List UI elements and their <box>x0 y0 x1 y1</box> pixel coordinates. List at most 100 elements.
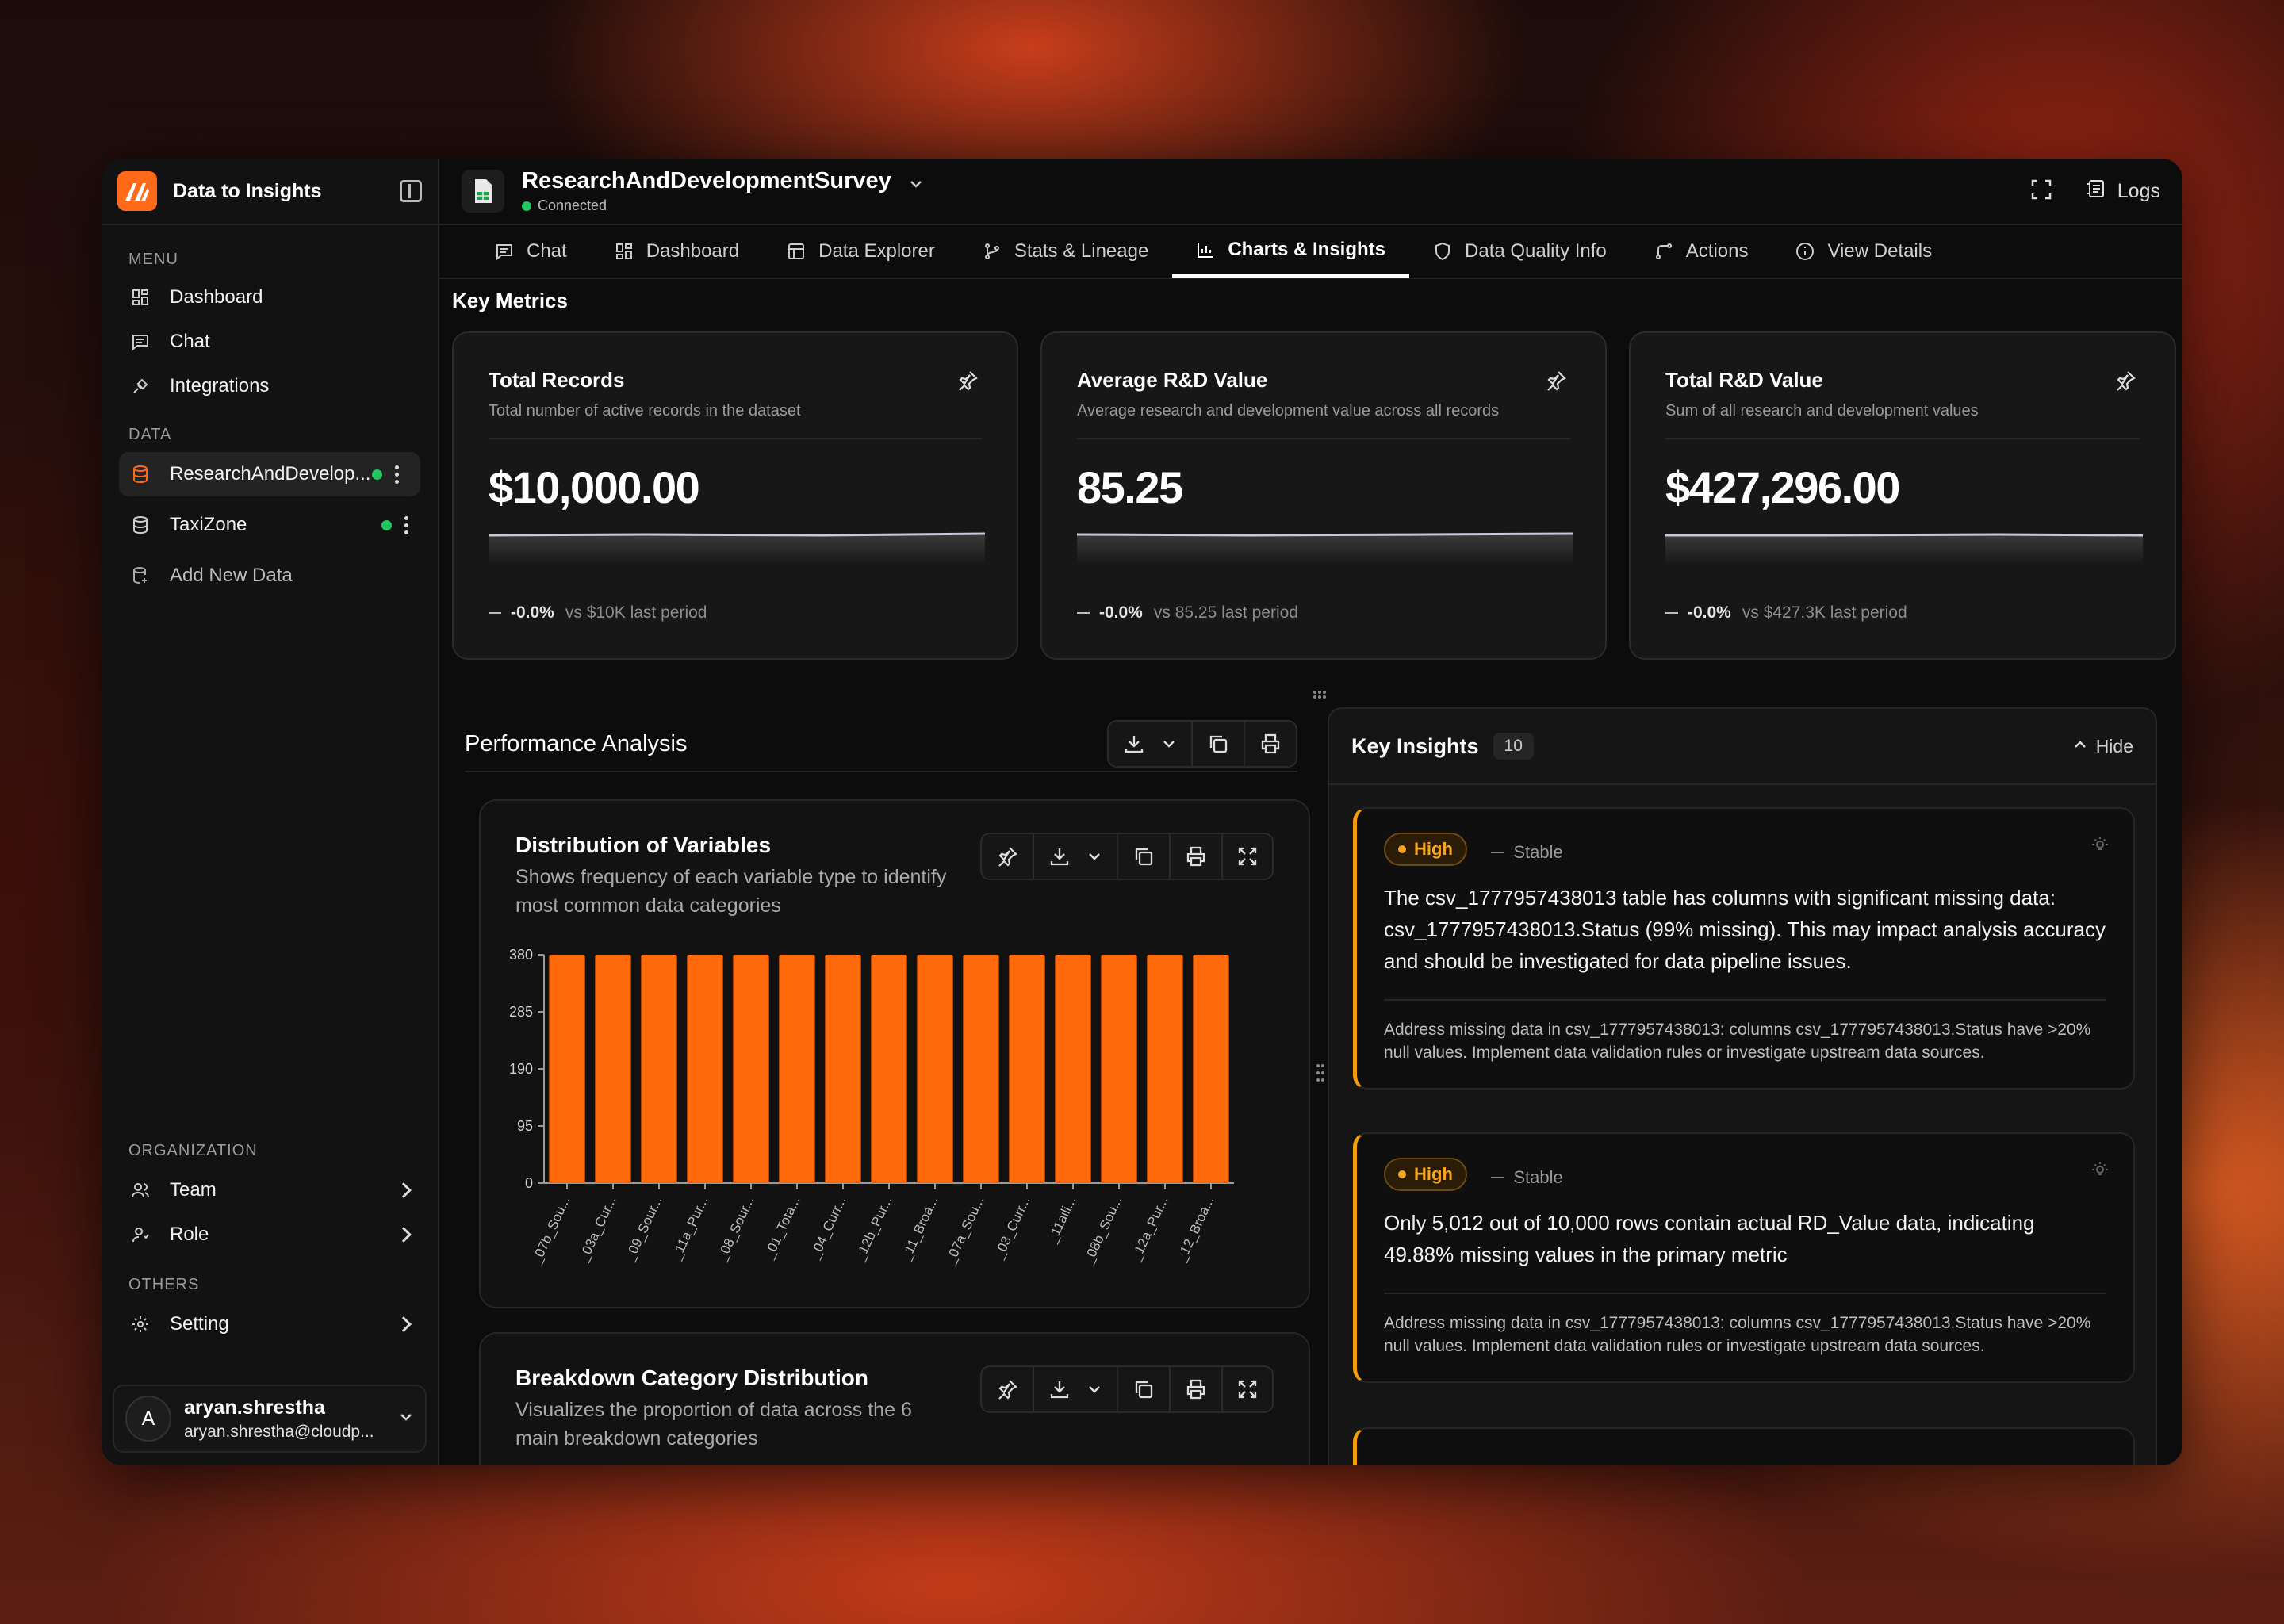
sidebar-item-role[interactable]: Role <box>119 1212 420 1257</box>
bar <box>1101 955 1137 1183</box>
fullscreen-icon[interactable] <box>2030 178 2052 205</box>
pin-icon[interactable] <box>1545 370 1567 396</box>
divider <box>1384 1293 2106 1294</box>
insight-card[interactable]: High Stable Only 5,012 out of 10,000 row… <box>1353 1132 2135 1383</box>
chevron-down-icon[interactable] <box>1085 1367 1117 1411</box>
flat-trend-icon <box>1077 612 1090 614</box>
dashboard-icon <box>130 287 151 308</box>
sidebar-item-setting[interactable]: Setting <box>119 1302 420 1346</box>
insight-recommendation: Address missing data in csv_177795743801… <box>1384 1021 2091 1062</box>
x-tick-label: _08b_Sou... <box>1080 1194 1125 1267</box>
resize-handle[interactable] <box>1312 687 1328 703</box>
chevron-down-icon[interactable] <box>1159 722 1191 766</box>
pin-icon[interactable] <box>956 370 979 396</box>
x-tick-label: _11aili... <box>1044 1194 1079 1246</box>
dataset-dropdown-icon[interactable] <box>907 175 925 197</box>
metric-card-average-rd: Average R&D Value Average research and d… <box>1040 331 1607 660</box>
shield-icon <box>1433 242 1452 261</box>
sidebar-item-taxizone-dataset[interactable]: TaxiZone <box>119 503 420 547</box>
metric-value: $10,000.00 <box>489 462 700 512</box>
sidebar-collapse-icon[interactable] <box>400 180 422 202</box>
tab-chat[interactable]: Chat <box>471 225 591 278</box>
distribution-bar-chart: 0 95 190 285 380 _07b_Sou... _03a_Cur... _09_So… <box>509 947 1234 1267</box>
insight-text: Only 5,012 out of 10,000 rows contain ac… <box>1384 1211 2035 1266</box>
copy-icon[interactable] <box>1117 834 1169 879</box>
add-new-data-button[interactable]: Add New Data <box>119 553 420 598</box>
sidebar-item-research-dataset[interactable]: ResearchAndDevelop... <box>119 452 420 496</box>
severity-label: High <box>1414 1164 1453 1184</box>
logs-button[interactable]: Logs <box>2086 178 2160 205</box>
menu-section-label: MENU <box>128 251 178 268</box>
logs-icon <box>2086 178 2106 205</box>
severity-label: High <box>1414 839 1453 859</box>
bar <box>1147 955 1183 1183</box>
hide-label: Hide <box>2095 735 2133 756</box>
pin-icon[interactable] <box>2114 370 2136 396</box>
app-window: Data to Insights MENU Dashboard Chat Int… <box>102 159 2182 1465</box>
print-icon[interactable] <box>1169 834 1221 879</box>
download-icon[interactable] <box>1033 1367 1085 1411</box>
lightbulb-icon[interactable] <box>2090 1161 2110 1184</box>
flat-trend-icon <box>489 612 501 614</box>
copy-icon[interactable] <box>1191 722 1244 766</box>
insights-count-badge: 10 <box>1493 733 1534 760</box>
tab-dashboard[interactable]: Dashboard <box>591 225 763 278</box>
user-menu[interactable]: A aryan.shrestha aryan.shrestha@cloudp..… <box>113 1385 427 1453</box>
metric-title: Total Records <box>489 368 625 392</box>
bar <box>963 955 999 1183</box>
x-tick-label: _12a_Pur... <box>1128 1194 1171 1264</box>
insight-text: The csv_1777957438013 table has columns … <box>1384 886 2106 973</box>
print-icon[interactable] <box>1169 1367 1221 1411</box>
key-insights-panel: Key Insights 10 Hide High Stable The csv… <box>1328 707 2157 1465</box>
metric-title: Average R&D Value <box>1077 368 1268 392</box>
divider <box>489 438 982 439</box>
x-tick-label: _04_Curr... <box>807 1194 849 1262</box>
insight-card[interactable]: High Stable The csv_1777957438013 table … <box>1353 807 2135 1090</box>
print-icon[interactable] <box>1244 722 1296 766</box>
x-tick-label: _07b_Sou... <box>528 1194 573 1267</box>
trend-indicator: Stable <box>1491 842 1563 863</box>
chart-subtitle: Visualizes the proportion of data across… <box>515 1399 912 1450</box>
sidebar-item-dashboard[interactable]: Dashboard <box>119 275 420 320</box>
tab-data-explorer[interactable]: Data Explorer <box>763 225 959 278</box>
x-tick-label: _08_Sour... <box>714 1194 757 1264</box>
tab-data-quality-info[interactable]: Data Quality Info <box>1409 225 1631 278</box>
sidebar-item-label: Add New Data <box>170 565 293 586</box>
panel-resize-handle[interactable] <box>1315 1061 1326 1085</box>
tab-charts-insights[interactable]: Charts & Insights <box>1172 225 1410 278</box>
data-section-label: DATA <box>128 426 172 443</box>
divider <box>1665 438 2140 439</box>
expand-icon[interactable] <box>1221 1367 1272 1411</box>
lightbulb-icon[interactable] <box>2090 836 2110 859</box>
pin-icon[interactable] <box>982 1367 1033 1411</box>
more-options-icon[interactable] <box>395 465 400 484</box>
chevron-down-icon[interactable] <box>1085 834 1117 879</box>
download-icon[interactable] <box>1109 722 1159 766</box>
tab-view-details[interactable]: View Details <box>1772 225 1956 278</box>
metric-value: 85.25 <box>1077 462 1183 512</box>
y-tick-label: 190 <box>509 1061 533 1077</box>
sidebar-item-label: TaxiZone <box>170 514 247 535</box>
tab-stats-lineage[interactable]: Stats & Lineage <box>959 225 1172 278</box>
sidebar-item-integrations[interactable]: Integrations <box>119 364 420 408</box>
sidebar-header: Data to Insights <box>102 159 438 225</box>
topbar: ResearchAndDevelopmentSurvey Connected L… <box>439 159 2182 225</box>
chevron-right-icon <box>396 1182 412 1198</box>
tab-label: View Details <box>1827 240 1933 262</box>
sidebar-item-team[interactable]: Team <box>119 1168 420 1212</box>
copy-icon[interactable] <box>1117 1367 1169 1411</box>
bar <box>687 955 723 1183</box>
hide-insights-button[interactable]: Hide <box>2072 736 2133 757</box>
insight-card[interactable] <box>1353 1427 2135 1465</box>
expand-icon[interactable] <box>1221 834 1272 879</box>
tab-label: Actions <box>1685 240 1749 262</box>
tab-actions[interactable]: Actions <box>1631 225 1772 278</box>
sidebar-item-chat[interactable]: Chat <box>119 320 420 364</box>
pin-icon[interactable] <box>982 834 1033 879</box>
actions-icon <box>1654 242 1673 261</box>
download-icon[interactable] <box>1033 834 1085 879</box>
change-percent: -0.0% <box>1099 603 1143 622</box>
more-options-icon[interactable] <box>404 515 409 534</box>
x-tick-label: _12_Broa... <box>1174 1194 1217 1265</box>
organization-section-label: ORGANIZATION <box>128 1142 258 1159</box>
